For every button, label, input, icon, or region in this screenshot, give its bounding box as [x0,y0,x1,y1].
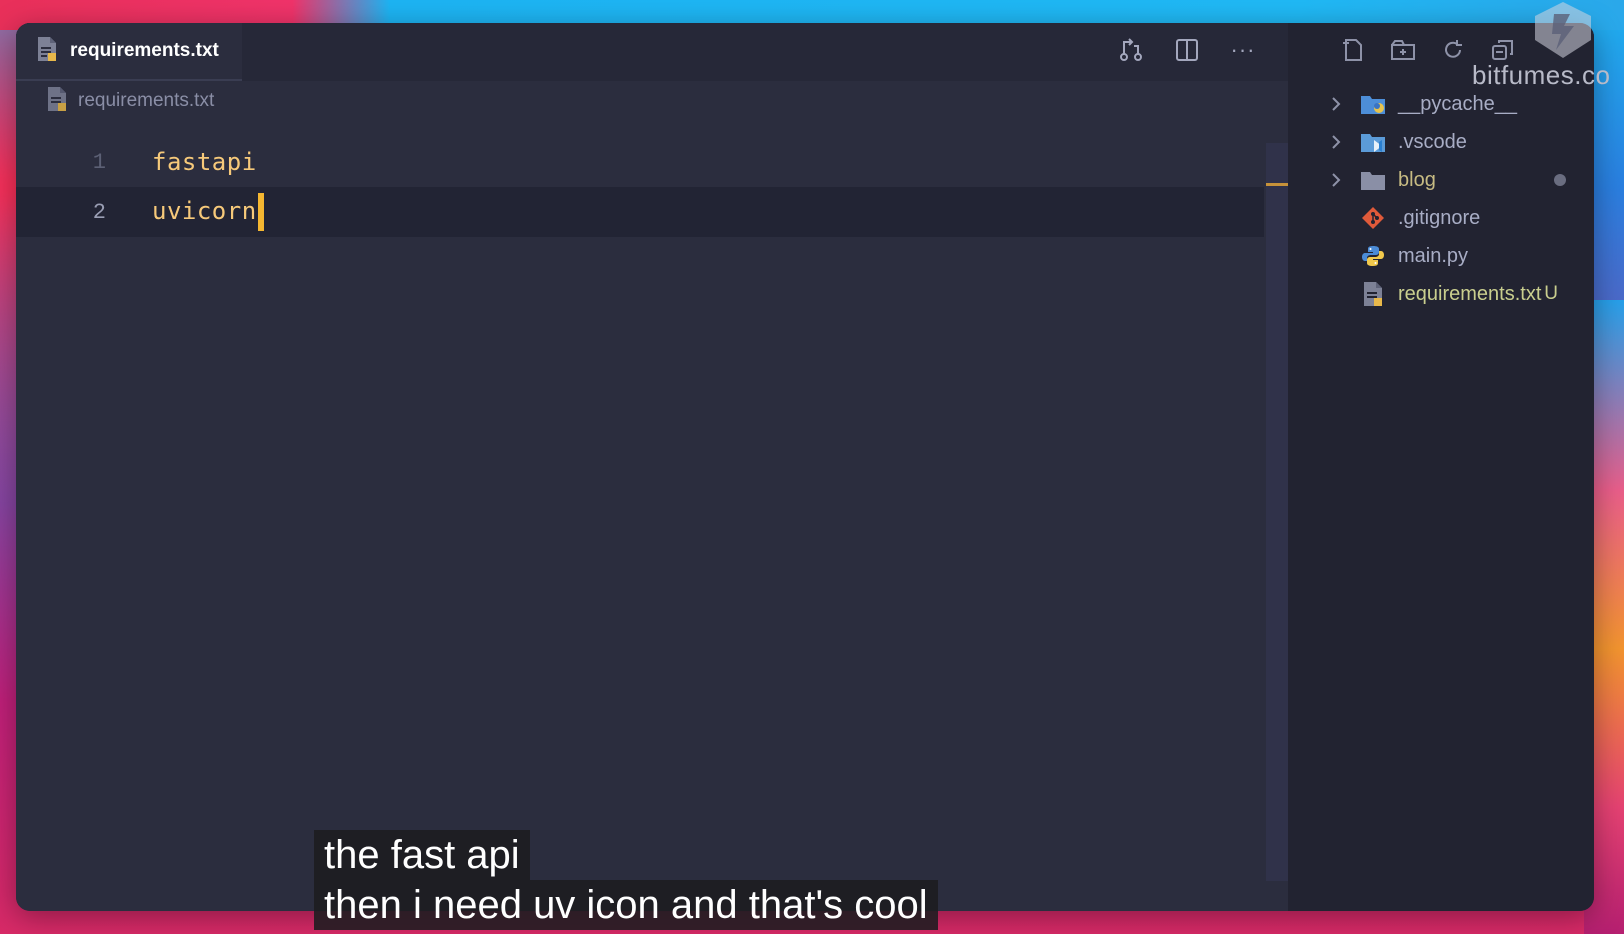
python-icon [1360,243,1386,269]
tree-item-blog[interactable]: blog [1288,161,1594,199]
code-text: fastapi [152,148,257,176]
tab-bar: requirements.txt ··· [16,23,1288,81]
text-file-icon [1360,281,1386,307]
code-text: uvicorn [152,197,257,225]
vscode-folder-icon [1360,129,1386,155]
tree-item-main-py[interactable]: main.py [1288,237,1594,275]
refresh-icon[interactable] [1438,35,1468,65]
chevron-right-icon [1328,134,1344,150]
more-actions-icon[interactable]: ··· [1228,35,1258,65]
scroll-marker [1266,183,1288,186]
tree-item-label: __pycache__ [1398,92,1517,115]
new-file-icon[interactable] [1338,35,1368,65]
chevron-right-icon [1328,96,1344,112]
tree-item-label: main.py [1398,244,1469,267]
video-caption-line-1: the fast api [314,830,530,880]
video-caption-line-2: then i need uv icon and that's cool [314,880,938,930]
line-number: 1 [92,149,106,175]
watermark-text: bitfumes.co [1472,60,1611,90]
code-text-with-cursor: uvicorn [152,193,264,231]
tree-item-gitignore[interactable]: .gitignore [1288,199,1594,237]
text-cursor [257,193,264,231]
tree-item-label: .vscode [1398,130,1467,153]
tree-item-label: blog [1398,168,1436,191]
code-line[interactable]: 1 fastapi [16,137,1264,187]
tab-requirements[interactable]: requirements.txt [16,23,242,81]
split-editor-icon[interactable] [1172,35,1202,65]
untracked-badge: U [1544,283,1558,304]
editor-actions: ··· [1116,35,1258,65]
file-tree: __pycache__ .vscode blog .gitignore main… [1288,85,1594,313]
explorer-sidebar: __pycache__ .vscode blog .gitignore main… [1288,23,1594,911]
editor-pane: requirements.txt ··· requirements.txt 1 … [16,23,1288,911]
folder-icon [1360,167,1386,193]
editor-window: requirements.txt ··· requirements.txt 1 … [16,23,1594,911]
tree-item-vscode[interactable]: .vscode [1288,123,1594,161]
python-folder-icon [1360,91,1386,117]
tree-item-label: .gitignore [1398,206,1481,229]
breadcrumb: requirements.txt [46,83,214,119]
tree-item-label: requirements.txt [1398,282,1542,305]
code-editor[interactable]: 1 fastapi 2 uvicorn [16,137,1264,237]
vertical-scrollbar[interactable] [1266,143,1288,881]
modified-dot [1554,174,1566,186]
tab-label: requirements.txt [70,40,219,61]
code-line-active[interactable]: 2 uvicorn [16,187,1264,237]
chevron-right-icon [1328,172,1344,188]
new-folder-icon[interactable] [1388,35,1418,65]
tree-item-requirements[interactable]: requirements.txt U [1288,275,1594,313]
line-number: 2 [92,199,106,225]
git-icon [1360,205,1386,231]
text-file-icon [36,36,58,67]
text-file-icon [46,86,68,117]
bitfumes-logo-icon [1528,0,1598,64]
open-changes-icon[interactable] [1116,35,1146,65]
breadcrumb-file[interactable]: requirements.txt [78,90,214,112]
